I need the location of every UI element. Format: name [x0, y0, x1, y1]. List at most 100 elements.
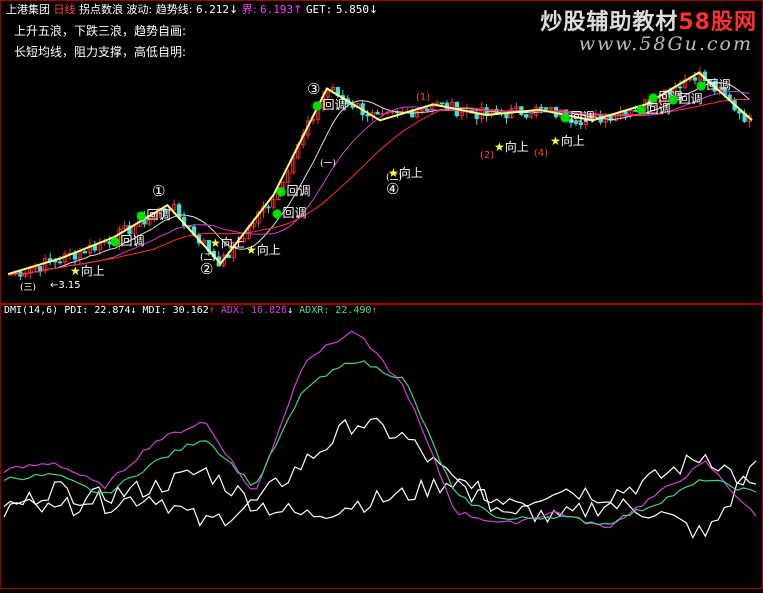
dot-icon: ● — [696, 78, 707, 92]
pdi-value: 22.874 — [94, 305, 131, 316]
watermark-title: 炒股辅助教材58股网 — [540, 4, 757, 36]
wave-number-1: ① — [152, 182, 166, 200]
star-icon: ★ — [246, 243, 257, 257]
header-line-3: 长短均线，阻力支撑，高低自明: — [14, 45, 187, 59]
pdi-arrow-icon: ↓ — [130, 305, 137, 316]
pullback-label-text: 回调 — [570, 110, 595, 124]
dot-icon: ● — [636, 102, 647, 116]
up-label-text: 向上 — [80, 264, 105, 278]
sub-mark: (1) — [416, 92, 431, 103]
period-label[interactable]: 日线 — [54, 3, 76, 16]
dot-icon: ● — [648, 90, 659, 104]
pullback-label-text: 回调 — [146, 208, 171, 222]
up-label-text: 向上 — [504, 140, 529, 154]
pullback-label: ●回调 — [560, 108, 595, 125]
dmi-line-mdi — [3, 460, 757, 539]
dot-icon: ● — [668, 92, 679, 106]
up-label: ★向上 — [494, 138, 529, 155]
adxr-label: ADXR: — [299, 305, 330, 316]
candle-body — [439, 102, 445, 105]
get-value: 5.850 — [335, 3, 369, 16]
candle-body — [57, 261, 63, 264]
trend-value: 6.212 — [195, 3, 230, 16]
get-arrow-icon: ↓ — [368, 3, 379, 16]
up-label: ★向上 — [246, 241, 281, 258]
adx-label: ADX: — [220, 305, 245, 316]
stock-name: 上港集团 — [6, 3, 50, 16]
candle-body — [539, 106, 544, 109]
dmi-panel-frame — [0, 304, 763, 589]
up-label: ★向上 — [550, 132, 585, 149]
mdi-value: 30.162 — [172, 305, 209, 316]
up-label: ★向上 — [210, 234, 245, 251]
watermark-text-a: 炒股辅助教材 — [540, 10, 679, 35]
low-value-label: ←3.15 — [50, 280, 81, 291]
up-label-text: 向上 — [560, 134, 585, 148]
sub-mark: (一) — [320, 159, 337, 169]
trend-label: 趋势线: — [155, 3, 193, 16]
get-label: GET: — [305, 3, 333, 16]
pullback-label-text: 回调 — [282, 206, 307, 220]
dot-icon: ● — [110, 234, 121, 248]
header-line-2: 上升五浪，下跌三浪，趋势自画: — [14, 24, 187, 38]
boundary-value: 6.193 — [260, 3, 294, 16]
sub-mark: (2) — [480, 150, 495, 161]
dot-icon: ● — [136, 208, 147, 222]
header-row: 上港集团 日线 拐点数浪 波动: 趋势线: 6.212↓ 界: 6.193↑ G… — [6, 1, 378, 17]
up-label-text: 向上 — [256, 243, 281, 257]
pullback-label-text: 回调 — [286, 184, 311, 198]
candle-body — [504, 113, 509, 119]
trend-arrow-icon: ↓ — [229, 3, 239, 16]
candle-body — [375, 111, 380, 115]
sub-mark: (三) — [20, 283, 37, 293]
candle-body — [544, 107, 549, 110]
watermark-text-b: 58股网 — [678, 10, 757, 35]
up-label: ★向上 — [388, 164, 423, 181]
pullback-label-text: 回调 — [678, 92, 703, 106]
candle-body — [82, 251, 88, 254]
dot-icon: ● — [276, 184, 287, 198]
star-icon: ★ — [388, 166, 399, 180]
mdi-label: MDI: — [142, 305, 167, 316]
sub-mark: (4) — [534, 148, 549, 159]
star-icon: ★ — [550, 134, 561, 148]
star-icon: ★ — [70, 264, 81, 278]
star-icon: ★ — [210, 236, 221, 250]
indicator-name: 拐点数浪 — [79, 3, 123, 16]
pdi-label: PDI: — [64, 305, 89, 316]
pullback-label: ●回调 — [110, 232, 145, 249]
dmi-line-pdi — [3, 417, 757, 527]
low-value-text: 3.15 — [58, 280, 81, 291]
candle-body — [365, 114, 370, 117]
dmi-title: DMI(14,6) — [4, 305, 59, 316]
chart-stage: 上港集团 日线 拐点数浪 波动: 趋势线: 6.212↓ 界: 6.193↑ G… — [0, 0, 763, 589]
adx-value: 16.826 — [250, 305, 288, 316]
pullback-label-text: 回调 — [322, 98, 347, 112]
star-icon: ★ — [494, 140, 505, 154]
candle-body — [410, 110, 415, 118]
candle-body — [38, 266, 43, 272]
dmi-line-adxr — [3, 360, 757, 526]
pullback-label: ●回调 — [276, 182, 311, 199]
mdi-arrow-icon: ↑ — [208, 305, 215, 316]
up-label-text: 向上 — [398, 166, 423, 180]
up-label: ★向上 — [70, 262, 105, 279]
pullback-label-text: 回调 — [706, 78, 731, 92]
dmi-header: DMI(14,6) PDI: 22.874↓ MDI: 30.162↑ ADX:… — [4, 305, 377, 316]
candle-body — [524, 114, 529, 118]
candle-body — [72, 252, 78, 260]
boundary-label: 界: — [241, 3, 257, 16]
sub-mark: (二) — [200, 253, 217, 263]
adxr-value: 22.490 — [335, 305, 372, 316]
wave-label: 波动: — [126, 3, 153, 16]
adx-arrow-icon: ↓ — [287, 305, 294, 316]
dot-icon: ● — [312, 98, 323, 112]
dot-icon: ● — [560, 110, 571, 124]
pullback-label: ●回调 — [312, 96, 347, 113]
pullback-label: ●回调 — [272, 204, 307, 221]
boundary-arrow-icon: ↑ — [293, 3, 303, 16]
candle-body — [266, 206, 271, 209]
up-label-text: 向上 — [220, 236, 245, 250]
pullback-label: ●回调 — [136, 206, 171, 223]
pullback-label-text: 回调 — [120, 234, 145, 248]
